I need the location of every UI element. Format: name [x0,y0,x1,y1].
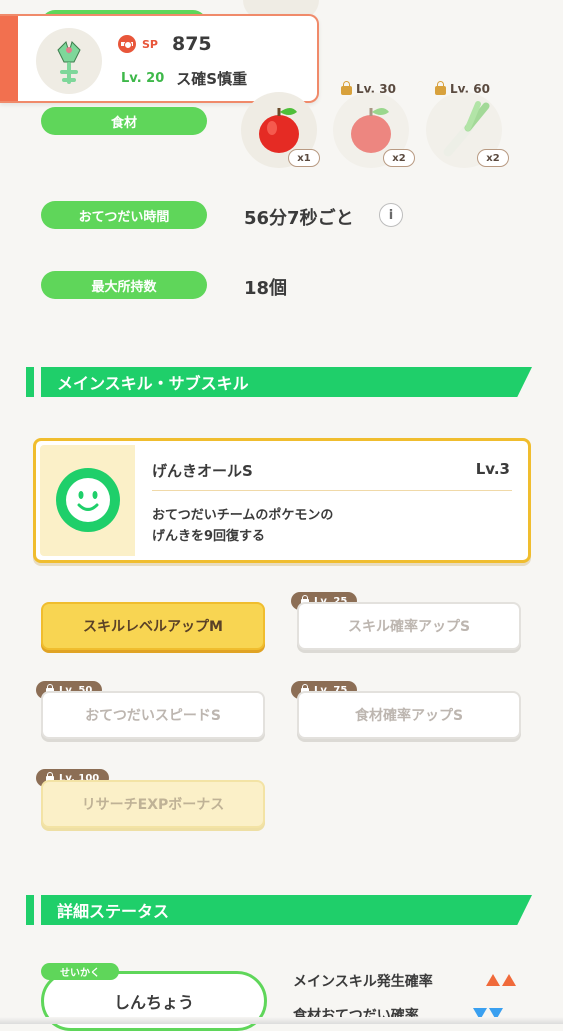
subskill-button[interactable]: リサーチEXPボーナス [41,780,265,828]
subskill-button[interactable]: おてつだいスピードS [41,691,265,739]
help-time-value: 56分7秒ごと [244,208,354,229]
main-skill-icon-panel [40,445,135,556]
ingredient-count: x2 [383,149,415,167]
ingredients-label: 食材 [41,107,207,135]
smile-icon [56,468,120,532]
apple-icon [351,108,391,153]
subskill-button[interactable]: 食材確率アップS [297,691,521,739]
detail-section-header: 詳細ステータス [41,895,532,925]
pokemon-avatar [36,28,102,94]
pokemon-name: ス確S慎重 [176,70,248,88]
level-text: Lv. 20 [121,71,165,86]
profile-accent-bar [0,16,18,101]
help-time-label: おてつだい時間 [41,201,207,229]
skill-section-title: メインスキル・サブスキル [57,374,249,393]
max-carry-label: 最大所持数 [41,271,207,299]
main-skill-description: おてつだいチームのポケモンの げんきを9回復する [152,508,334,544]
nature-value: しんちょう [113,993,194,1012]
section-marker [26,895,34,925]
nature-tag: せいかく [41,963,119,980]
stat-label: メインスキル発生確率 [293,974,433,990]
max-carry-value: 18個 [244,278,288,299]
sp-icon [118,35,136,53]
detail-section-title: 詳細ステータス [57,902,170,921]
subskill-button[interactable]: スキル確率アップS [297,602,521,650]
ingredient-count: x2 [477,149,509,167]
ingredient-count: x1 [288,149,320,167]
main-skill-level: Lv.3 [475,460,510,478]
divider [152,490,512,491]
up-arrows-icon [486,974,516,986]
apple-icon [259,108,299,153]
sp-label: SP [142,37,158,51]
info-icon[interactable]: i [379,203,403,227]
section-marker [26,367,34,397]
bottom-shade [0,1017,563,1024]
profile-card[interactable]: SP 875 Lv. 20 ス確S慎重 [0,14,319,103]
main-skill-name: げんきオールS [152,462,253,480]
subskill-button[interactable]: スキルレベルアップM [41,602,265,650]
skill-section-header: メインスキル・サブスキル [41,367,532,397]
main-skill-card[interactable]: げんきオールS Lv.3 おてつだいチームのポケモンの げんきを9回復する [33,438,531,563]
sp-value: 875 [171,33,212,55]
ingredient-1[interactable]: x1 [241,92,320,168]
